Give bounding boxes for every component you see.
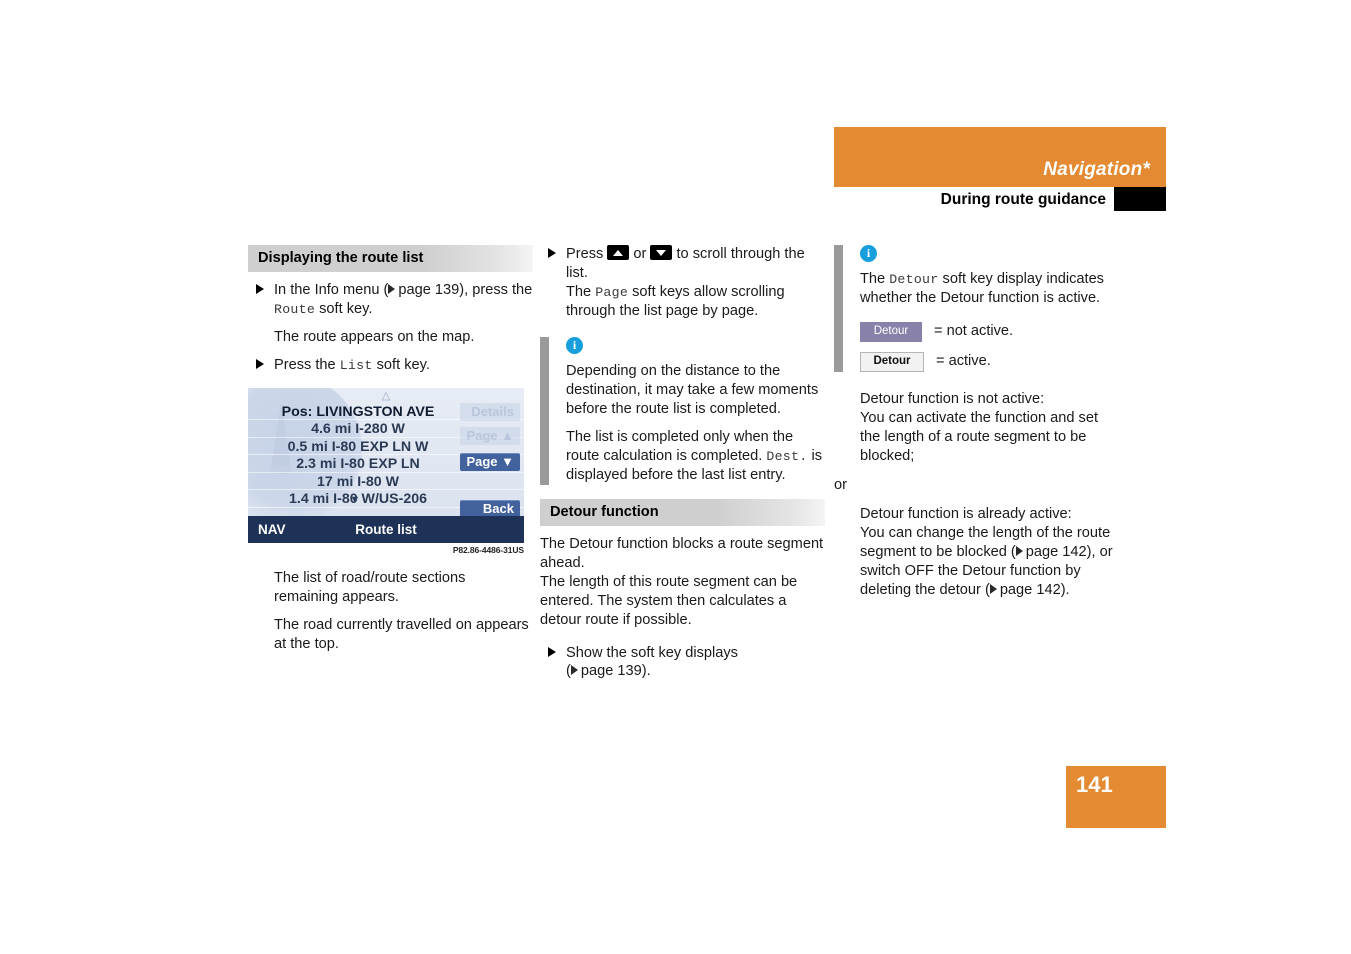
route-list-row-text: 4.6 mi I-280 W: [311, 421, 405, 438]
bullet-triangle-icon: [256, 283, 264, 294]
softkey-page-down[interactable]: Page ▼: [460, 453, 520, 472]
route-list-row-text: 2.3 mi I-80 EXP LN: [296, 456, 420, 473]
middle-column: Press or to scroll through the list. The…: [540, 245, 825, 690]
softkey-name-list: List: [339, 357, 373, 373]
step-text-line1: Show the soft key displays: [566, 644, 738, 661]
case-active-line1: Detour function is already active:: [860, 505, 1072, 522]
detour-softkey-badge-active[interactable]: Detour: [860, 351, 924, 372]
detour-state-row-active: Detour = active.: [860, 351, 1119, 372]
scroll-up-caret-icon: △: [381, 389, 391, 402]
note-text-pre: The: [860, 271, 890, 287]
route-list-row: 2.3 mi I-80 EXP LN Page ▼: [248, 453, 524, 473]
step-text-mid: ), press the: [459, 281, 533, 298]
step-page-ref: page 139: [580, 663, 642, 680]
step-text-mid: or: [629, 246, 651, 262]
right-column: i The Detour soft key display indicates …: [834, 245, 1119, 609]
route-list-row: Pos: LIVINGSTON AVE Details: [248, 402, 524, 421]
chapter-tab-marker: [1114, 187, 1166, 211]
case-page-ref-2: page 142: [999, 581, 1061, 598]
alternative-connector: or: [834, 476, 847, 493]
page-ref-triangle-icon: [388, 283, 396, 294]
step-text-pre: Press: [566, 246, 608, 262]
header-subtitle-row: During route guidance: [834, 187, 1166, 213]
note-text-pre: The list is completed only when the rout…: [566, 428, 794, 464]
softkey-details[interactable]: Details: [460, 402, 520, 421]
section-heading-displaying-route-list: Displaying the route list: [248, 245, 533, 272]
status-screen-title: Route list: [355, 521, 417, 537]
step-show-softkey-displays: Show the soft key displays (page 139).: [540, 644, 825, 682]
step-scroll-list: Press or to scroll through the list.: [540, 245, 825, 283]
result-route-on-map: The route appears on the map.: [274, 328, 475, 345]
header-orange-bar: Navigation*: [834, 127, 1166, 187]
softkey-page-up[interactable]: Page ▲: [460, 426, 520, 445]
route-list-rows: △ Pos: LIVINGSTON AVE Details 4.6 mi I-2…: [248, 388, 524, 519]
list-entry-label-dest: Dest.: [766, 448, 808, 464]
detour-state-label-active: = active.: [936, 353, 991, 370]
detour-softkey-badge-inactive[interactable]: Detour: [860, 321, 922, 342]
page-title: Navigation*: [1043, 159, 1150, 180]
display-status-bar: NAV Route list: [248, 515, 524, 543]
info-icon: i: [566, 336, 583, 354]
step-press-list-softkey: Press the List soft key.: [248, 356, 533, 375]
softkey-name-page: Page: [595, 284, 629, 300]
info-note-route-list-timing: i Depending on the distance to the desti…: [540, 336, 825, 485]
case-active-line2: You can change the length of the route s…: [834, 524, 1119, 600]
detour-state-row-inactive: Detour = not active.: [860, 321, 1119, 342]
step-text-post: soft key.: [315, 300, 373, 317]
page-ref-triangle-icon: [570, 665, 578, 676]
step-ref-close: ).: [641, 663, 651, 680]
page-header: Navigation* During route guidance: [834, 127, 1166, 213]
step-page-ref: page 139: [398, 281, 460, 298]
route-list-row-text: 17 mi I-80 W: [316, 473, 399, 490]
detour-body-2: The length of this route segment can be …: [540, 573, 798, 628]
case-page-ref-1: page 142: [1025, 543, 1087, 560]
case-text-post: ).: [1060, 581, 1070, 598]
left-column: Displaying the route list In the Info me…: [248, 245, 533, 663]
softkey-name-detour: Detour: [889, 272, 939, 287]
note-left-rule: [834, 245, 843, 372]
detour-state-label-inactive: = not active.: [934, 323, 1014, 340]
arrow-up-key-icon[interactable]: [607, 245, 630, 260]
page-ref-triangle-icon: [989, 583, 997, 594]
arrow-down-key-icon[interactable]: [650, 245, 673, 260]
step-text-pre: Press the: [274, 356, 340, 373]
page-ref-triangle-icon: [1015, 545, 1023, 556]
info-icon: i: [860, 245, 877, 262]
route-list-display-figure: △ Pos: LIVINGSTON AVE Details 4.6 mi I-2…: [248, 387, 524, 543]
step-text-pre: In the Info menu (: [274, 281, 389, 298]
info-note-detour-softkey: i The Detour soft key display indicates …: [834, 245, 1119, 372]
case-not-active-line2: You can activate the function and set th…: [860, 409, 1098, 464]
result-list-remaining: The list of road/route sections remainin…: [274, 569, 466, 605]
page-number: 141: [1076, 772, 1113, 797]
page-subtitle: During route guidance: [940, 191, 1106, 208]
bullet-triangle-icon: [548, 646, 556, 657]
softkey-name-route: Route: [274, 301, 316, 317]
scroll-down-caret-icon: ▼: [349, 493, 361, 506]
note-left-rule: [540, 336, 549, 485]
route-list-row-text: 0.5 mi I-80 EXP LN W: [287, 438, 429, 455]
step-open-info-menu: In the Info menu ( page 139), press the R…: [248, 281, 533, 319]
page-softkey-explanation: The Page soft keys allow scrolling throu…: [540, 283, 825, 321]
bullet-triangle-icon: [256, 358, 264, 369]
figure-caption: P82.86-4486-31US: [452, 544, 524, 555]
note-paragraph: The Detour soft key display indicates wh…: [860, 270, 1119, 308]
bullet-triangle-icon: [548, 248, 556, 258]
section-heading-detour-function: Detour function: [540, 498, 825, 526]
route-list-row: 17 mi I-80 W: [248, 473, 524, 491]
page-number-box: 141: [1066, 766, 1166, 828]
step-text-post: soft key.: [372, 356, 430, 373]
result-road-at-top: The road currently travelled on appears …: [274, 616, 529, 652]
route-list-row-text: Pos: LIVINGSTON AVE: [281, 403, 435, 420]
note-paragraph-1: Depending on the distance to the destina…: [566, 362, 819, 417]
text-pre: The: [566, 283, 596, 300]
detour-body-1: The Detour function blocks a route segme…: [540, 535, 824, 571]
note-paragraph-2: The list is completed only when the rout…: [566, 428, 825, 485]
case-not-active-line1: Detour function is not active:: [860, 390, 1045, 407]
